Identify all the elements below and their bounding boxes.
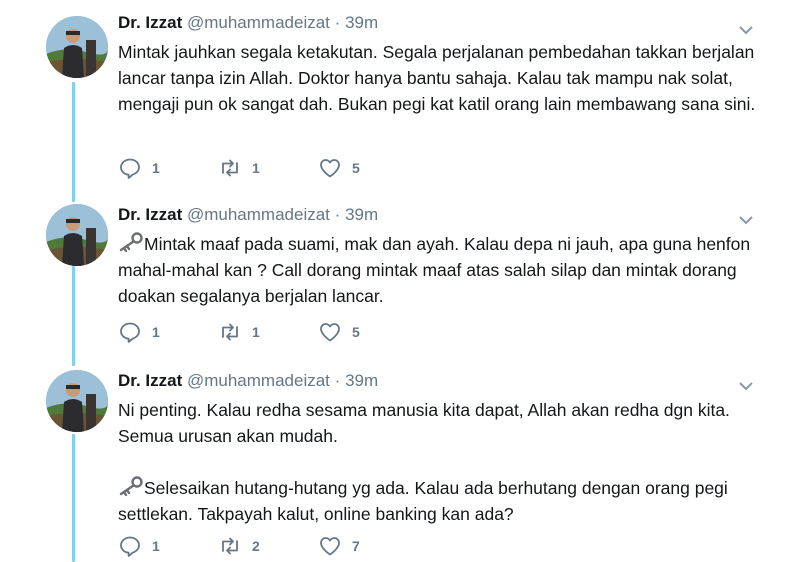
reply-button[interactable]: 1 <box>118 320 218 344</box>
retweet-button[interactable]: 1 <box>218 320 318 344</box>
tweet-paragraph-text: Mintak maaf pada suami, mak dan ayah. Ka… <box>118 234 751 306</box>
reply-button[interactable]: 1 <box>118 156 218 180</box>
tweet-paragraph: Mintak jauhkan segala ketakutan. Segala … <box>118 42 756 114</box>
key-icon <box>119 232 143 252</box>
timestamp[interactable]: 39m <box>345 205 378 224</box>
thread-line <box>72 266 75 366</box>
retweet-count: 2 <box>252 538 260 554</box>
like-button[interactable]: 7 <box>318 534 418 558</box>
tweet-text: Ni penting. Kalau redha sesama manusia k… <box>118 397 758 527</box>
timestamp[interactable]: 39m <box>345 371 378 390</box>
author-name[interactable]: Dr. Izzat <box>118 371 182 390</box>
heart-icon <box>320 537 340 556</box>
heart-icon <box>320 159 340 178</box>
chevron-down-icon[interactable] <box>738 380 754 392</box>
like-count: 5 <box>352 324 360 340</box>
retweet-icon <box>222 323 238 341</box>
author-handle[interactable]: @muhammadeizat <box>187 205 330 224</box>
avatar[interactable] <box>46 204 108 266</box>
retweet-count: 1 <box>252 324 260 340</box>
retweet-count: 1 <box>252 160 260 176</box>
tweet-paragraph: Mintak maaf pada suami, mak dan ayah. Ka… <box>118 231 758 309</box>
avatar[interactable] <box>46 16 108 78</box>
author-handle[interactable]: @muhammadeizat <box>187 13 330 32</box>
heart-icon <box>320 323 340 342</box>
chevron-down-icon[interactable] <box>738 24 754 36</box>
reply-count: 1 <box>152 324 160 340</box>
reply-icon <box>120 322 140 343</box>
chevron-down-icon[interactable] <box>738 214 754 226</box>
key-icon <box>119 476 143 496</box>
tweet-text: Mintak maaf pada suami, mak dan ayah. Ka… <box>118 231 758 309</box>
retweet-icon <box>222 537 238 555</box>
like-button[interactable]: 5 <box>318 156 418 180</box>
timestamp[interactable]: 39m <box>345 13 378 32</box>
thread-line <box>72 82 75 202</box>
reply-icon <box>120 536 140 557</box>
retweet-icon <box>222 159 238 177</box>
avatar[interactable] <box>46 370 108 432</box>
retweet-button[interactable]: 2 <box>218 534 318 558</box>
like-count: 5 <box>352 160 360 176</box>
like-button[interactable]: 5 <box>318 320 418 344</box>
author-handle[interactable]: @muhammadeizat <box>187 371 330 390</box>
reply-count: 1 <box>152 160 160 176</box>
like-count: 7 <box>352 538 360 554</box>
reply-button[interactable]: 1 <box>118 534 218 558</box>
retweet-button[interactable]: 1 <box>218 156 318 180</box>
author-name[interactable]: Dr. Izzat <box>118 205 182 224</box>
tweet-text: Mintak jauhkan segala ketakutan. Segala … <box>118 39 758 117</box>
separator: · <box>334 371 341 390</box>
tweet-paragraph-text: Selesaikan hutang-hutang yg ada. Kalau a… <box>118 478 728 524</box>
thread-line <box>72 434 75 562</box>
separator: · <box>334 13 341 32</box>
reply-icon <box>120 158 140 179</box>
reply-count: 1 <box>152 538 160 554</box>
author-name[interactable]: Dr. Izzat <box>118 13 182 32</box>
separator: · <box>334 205 341 224</box>
tweet-paragraph: Selesaikan hutang-hutang yg ada. Kalau a… <box>118 475 758 527</box>
tweet-paragraph: Ni penting. Kalau redha sesama manusia k… <box>118 400 730 446</box>
